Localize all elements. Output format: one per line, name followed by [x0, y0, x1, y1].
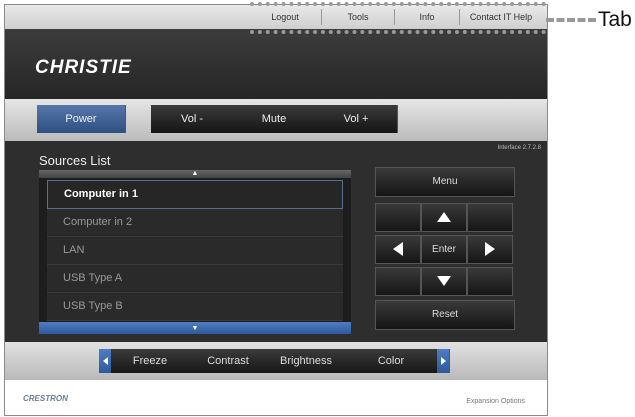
source-item-computer-in-1[interactable]: Computer in 1 — [47, 180, 343, 209]
power-button[interactable]: Power — [37, 105, 126, 133]
mute-button[interactable]: Mute — [233, 105, 316, 133]
brightness-button[interactable]: Brightness — [267, 349, 346, 373]
keypad-blank-top-left — [375, 203, 421, 232]
header-banner: CHRISTIE — [5, 29, 547, 99]
christie-logo: CHRISTIE — [35, 57, 132, 78]
tab-logout[interactable]: Logout — [249, 9, 321, 25]
source-item-lan[interactable]: LAN — [47, 237, 343, 265]
scroll-down-icon: ▼ — [191, 325, 199, 332]
tab-highlight-bottom — [250, 30, 546, 34]
scroll-up-icon: ▲ — [191, 170, 199, 177]
sources-list: Computer in 1 Computer in 2 LAN USB Type… — [47, 180, 343, 321]
right-arrow-icon — [485, 242, 495, 257]
contrast-button[interactable]: Contrast — [189, 349, 268, 373]
callout-line — [546, 18, 596, 22]
tab-callout-label: Tab — [598, 8, 632, 31]
down-button[interactable] — [421, 267, 467, 296]
scroll-up-button[interactable]: ▲ — [39, 170, 351, 178]
source-item-usb-type-b[interactable]: USB Type B — [47, 293, 343, 321]
tab-tools[interactable]: Tools — [321, 9, 394, 25]
right-arrow-icon — [440, 357, 446, 366]
reset-button[interactable]: Reset — [375, 300, 515, 330]
color-button[interactable]: Color — [345, 349, 438, 373]
expansion-options-link[interactable]: Expansion Options — [466, 398, 525, 405]
down-arrow-icon — [437, 276, 451, 287]
left-button[interactable] — [375, 235, 421, 264]
interface-version: Interface 2.7.2.8 — [497, 145, 541, 151]
tab-highlight-top — [250, 2, 546, 6]
menu-button[interactable]: Menu — [375, 167, 515, 197]
volume-down-button[interactable]: Vol - — [151, 105, 234, 133]
crestron-logo: CRESTRON — [23, 394, 68, 403]
up-arrow-icon — [437, 212, 451, 223]
scroll-down-button[interactable]: ▼ — [39, 322, 351, 334]
keypad-blank-bottom-right — [467, 267, 513, 296]
tab-contact-it-help[interactable]: Contact IT Help — [459, 9, 542, 25]
enter-button[interactable]: Enter — [421, 235, 467, 264]
right-button[interactable] — [467, 235, 513, 264]
top-tab-bar: Logout Tools Info Contact IT Help — [5, 5, 547, 29]
source-item-usb-type-a[interactable]: USB Type A — [47, 265, 343, 293]
left-arrow-icon — [102, 357, 108, 366]
source-item-computer-in-2[interactable]: Computer in 2 — [47, 209, 343, 237]
up-button[interactable] — [421, 203, 467, 232]
keypad-blank-top-right — [467, 203, 513, 232]
keypad-blank-bottom-left — [375, 267, 421, 296]
sources-list-title: Sources List — [39, 153, 111, 168]
volume-up-button[interactable]: Vol + — [315, 105, 398, 133]
tab-list: Logout Tools Info Contact IT Help — [249, 9, 542, 25]
web-interface-frame: Logout Tools Info Contact IT Help CHRIST… — [4, 4, 548, 416]
footer: CRESTRON Expansion Options — [5, 380, 547, 415]
freeze-button[interactable]: Freeze — [111, 349, 190, 373]
left-arrow-icon — [393, 242, 403, 257]
sources-list-panel: ▲ Computer in 1 Computer in 2 LAN USB Ty… — [39, 170, 351, 334]
picture-controls-bar: Freeze Contrast Brightness Color — [5, 342, 547, 380]
tab-info[interactable]: Info — [394, 9, 459, 25]
power-bar: Power Vol - Mute Vol + — [5, 99, 547, 141]
bottom-scroll-right-button[interactable] — [437, 349, 450, 373]
